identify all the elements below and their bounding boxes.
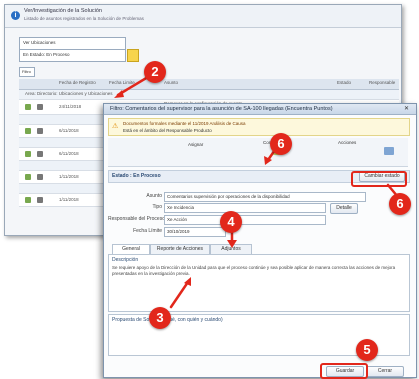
lock-icon bbox=[25, 174, 31, 180]
lock-icon bbox=[25, 151, 31, 157]
info-icon: i bbox=[11, 11, 20, 20]
column-header: Estado bbox=[337, 80, 352, 85]
state-button-highlight bbox=[351, 171, 407, 187]
column-header: Asunto bbox=[164, 80, 179, 85]
due-date-input[interactable]: 30/10/2019 bbox=[164, 227, 226, 237]
tab-action-report[interactable]: Reporte de Acciones bbox=[150, 244, 210, 254]
column-header: Responsable bbox=[369, 80, 396, 85]
process-owner-label: Responsable del Proceso bbox=[108, 216, 165, 222]
dialog-title: Filtro: Comentarios del supervisor para … bbox=[110, 106, 333, 112]
column-header: Fecha de Registro bbox=[59, 80, 96, 85]
user-icon bbox=[37, 104, 43, 110]
actions-icon bbox=[384, 147, 394, 155]
step-marker-2: 2 bbox=[144, 61, 166, 83]
list-header: i Ver/Investigación de la Solución Lista… bbox=[5, 5, 401, 28]
state-select[interactable]: En Estado: En Proceso bbox=[19, 49, 126, 62]
subject-input[interactable]: Comentarios supervisión por operaciones … bbox=[164, 192, 366, 202]
description-label: Descripción bbox=[112, 257, 139, 263]
step-marker-6-toolbar: 6 bbox=[270, 133, 292, 155]
subject-label: Asunto bbox=[146, 193, 162, 199]
user-icon bbox=[37, 197, 43, 203]
close-icon[interactable]: ✕ bbox=[404, 105, 409, 112]
column-header: Fecha Limite bbox=[109, 80, 135, 85]
lock-icon bbox=[25, 104, 31, 110]
user-icon bbox=[37, 174, 43, 180]
step-marker-6-state: 6 bbox=[389, 193, 411, 215]
grid-header: Fecha de Registro Fecha Limite Asunto Es… bbox=[19, 79, 399, 90]
filter-apply-icon[interactable] bbox=[127, 49, 139, 62]
dialog-titlebar: Filtro: Comentarios del supervisor para … bbox=[104, 104, 416, 115]
lock-icon bbox=[25, 197, 31, 203]
process-owner-select[interactable]: Xe Acción bbox=[164, 215, 326, 225]
list-title: Ver/Investigación de la Solución bbox=[24, 8, 102, 14]
state-label: Estado : En Proceso bbox=[112, 173, 161, 179]
actions-button[interactable]: Acciones bbox=[338, 140, 356, 145]
lock-icon bbox=[25, 128, 31, 134]
save-highlight bbox=[320, 363, 368, 379]
step-marker-5: 5 bbox=[356, 339, 378, 361]
close-button[interactable]: Cerrar bbox=[366, 366, 404, 377]
step-marker-3: 3 bbox=[149, 307, 171, 329]
filter-button[interactable]: Filtro bbox=[19, 67, 35, 77]
step-marker-4: 4 bbox=[220, 211, 242, 233]
user-icon bbox=[37, 128, 43, 134]
warning-banner: ⚠ Documentos formales mediante el 11/201… bbox=[108, 118, 410, 136]
type-label: Tipo bbox=[152, 204, 162, 210]
tab-general[interactable]: General bbox=[112, 244, 150, 254]
assign-button[interactable]: Asignar bbox=[188, 142, 203, 147]
warning-icon: ⚠ bbox=[112, 123, 119, 130]
tab-attachments[interactable]: Adjuntos bbox=[210, 244, 252, 254]
user-icon bbox=[37, 151, 43, 157]
group-row[interactable]: Area: Directorio: Ubicaciones y Ubicacio… bbox=[19, 90, 399, 100]
description-textarea[interactable]: Se requiere apoyo de la Dirección de la … bbox=[112, 265, 404, 307]
dialog-toolbar: Asignar Comentarios Acciones bbox=[108, 138, 408, 167]
list-subtitle: Listado de asuntos registrados en la Sol… bbox=[24, 16, 144, 21]
due-date-label: Fecha Límite bbox=[133, 228, 162, 234]
description-area: Descripción Se requiere apoyo de la Dire… bbox=[108, 254, 410, 312]
detail-button[interactable]: Detalle bbox=[330, 203, 358, 214]
type-select[interactable]: Xe Incidencia bbox=[164, 203, 326, 213]
issue-detail-dialog: Filtro: Comentarios del supervisor para … bbox=[103, 103, 417, 378]
